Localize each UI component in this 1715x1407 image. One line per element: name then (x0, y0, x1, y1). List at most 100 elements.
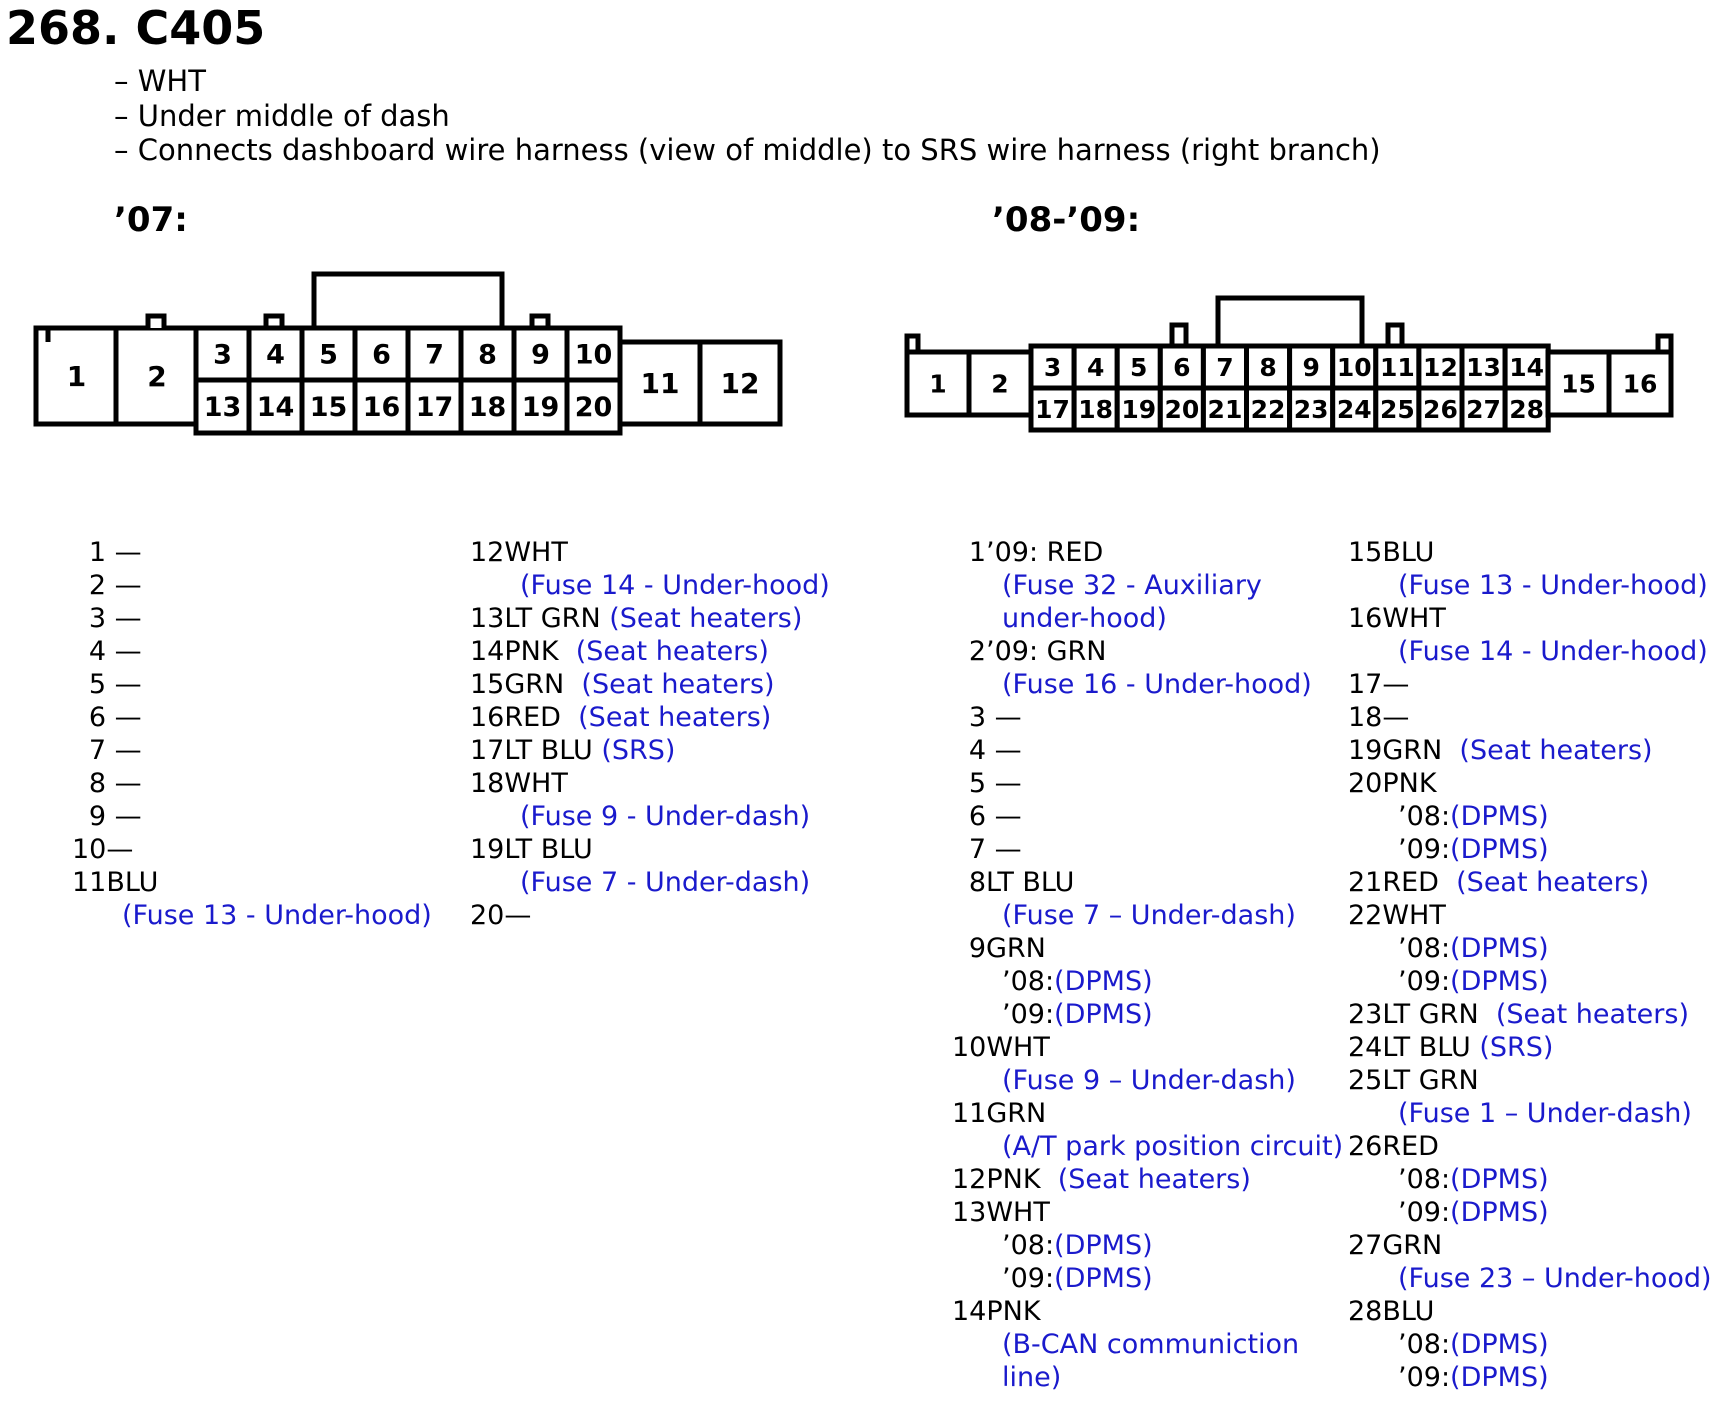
pin-19-cavity-label: 19 (1121, 395, 1156, 424)
model-year: ’08: (1398, 933, 1451, 964)
pin-detail-line: ’09:(DPMS) (1348, 1361, 1712, 1394)
pin-number: 18 (470, 768, 505, 799)
wire-color: — (106, 537, 142, 568)
wire-color: WHT (504, 537, 568, 568)
pin-14-cavity-label: 14 (1509, 353, 1544, 382)
pin-entry: 6 — (72, 701, 432, 734)
pin-number: 12 (952, 1164, 987, 1195)
wire-color: GRN (986, 933, 1046, 964)
pin-13-cavity-label: 13 (1466, 353, 1501, 382)
wire-color: PNK (986, 1296, 1041, 1327)
pin-number: 16 (1348, 603, 1383, 634)
pin-number: 7 (968, 834, 986, 865)
pin-16-cavity-label: 16 (1623, 370, 1658, 399)
wire-color: — (986, 801, 1022, 832)
pin-19-cavity-label: 19 (522, 392, 560, 423)
circuit-note: (DPMS) (1450, 1329, 1549, 1360)
pin-15-cavity-label: 15 (310, 392, 348, 423)
pin-number: 16 (470, 702, 505, 733)
circuit-note: under-hood) (1002, 603, 1167, 634)
pin-13-cavity-label: 13 (204, 392, 242, 423)
circuit-note: (SRS) (601, 735, 676, 766)
pin-entry: 16WHT (1348, 602, 1712, 635)
pin-number: 26 (1348, 1131, 1383, 1162)
circuit-note: (DPMS) (1450, 1362, 1549, 1393)
circuit-note: (Fuse 14 - Under-hood) (1398, 636, 1708, 667)
pin-number: 17 (1348, 669, 1383, 700)
circuit-note: (DPMS) (1054, 1263, 1153, 1294)
connector-07-tab (145, 313, 167, 328)
connector-0809-tab (1169, 322, 1189, 346)
pin-26-cavity-label: 26 (1423, 395, 1458, 424)
pin-detail-line: (Fuse 32 - Auxiliary (952, 569, 1343, 602)
pin-detail-line: ’09:(DPMS) (1348, 965, 1712, 998)
pin-5-cavity-label: 5 (1130, 353, 1147, 382)
pin-number: 10 (72, 834, 107, 865)
pin-detail-line: (Fuse 23 – Under-hood) (1348, 1262, 1712, 1295)
wire-color: LT BLU (504, 735, 602, 766)
connector-0809: 1 231741851962072182292310241125122613271… (904, 295, 1674, 433)
pin-number: 9 (88, 801, 106, 832)
wire-color: — (106, 669, 142, 700)
circuit-note: (Seat heaters) (581, 669, 775, 700)
wire-color: PNK (1382, 768, 1437, 799)
pin-number: 28 (1348, 1296, 1383, 1327)
pin-17-cavity-label: 17 (416, 392, 454, 423)
pin-number: 2 (88, 570, 106, 601)
wire-color: GRN (1382, 1230, 1443, 1261)
pin-detail-line: (A/T park position circuit) (952, 1130, 1343, 1163)
circuit-note: (Seat heaters) (578, 702, 772, 733)
pin-25-cavity-label: 25 (1380, 395, 1415, 424)
pin-detail-line: (Fuse 14 - Under-hood) (470, 569, 830, 602)
pin-15-cavity-label: 15 (1561, 370, 1596, 399)
pin-detail-line: (Fuse 13 - Under-hood) (72, 899, 432, 932)
pin-number: 22 (1348, 900, 1383, 931)
pin-number: 2 (968, 636, 986, 667)
pin-entry: 1 — (72, 536, 432, 569)
circuit-note: (Seat heaters) (609, 603, 803, 634)
pin-number: 14 (470, 636, 505, 667)
circuit-note: (DPMS) (1450, 834, 1549, 865)
wire-color: BLU (106, 867, 159, 898)
pin-entry: 27GRN (1348, 1229, 1712, 1262)
pin-12-cavity-label: 12 (1423, 353, 1458, 382)
pin-entry: 11GRN (952, 1097, 1343, 1130)
pin-entry: 22WHT (1348, 899, 1712, 932)
circuit-note: (Fuse 23 – Under-hood) (1398, 1263, 1712, 1294)
pin-number: 21 (1348, 867, 1383, 898)
pin-detail-line: (Fuse 1 – Under-dash) (1348, 1097, 1712, 1130)
circuit-note: (SRS) (1479, 1032, 1554, 1063)
pin-detail-line: ’08:(DPMS) (952, 1229, 1343, 1262)
circuit-note: (DPMS) (1054, 999, 1153, 1030)
pin-number: 20 (1348, 768, 1383, 799)
pin-11-cavity-label: 11 (1380, 353, 1415, 382)
pin-detail-line: under-hood) (952, 602, 1343, 635)
pin-detail-line: ’09:(DPMS) (1348, 833, 1712, 866)
pinout-0809-column-2: 15BLU (Fuse 13 - Under-hood) 16WHT (Fuse 14… (1348, 536, 1712, 1394)
circuit-note: (Fuse 9 – Under-dash) (1002, 1065, 1296, 1096)
pin-number: 11 (72, 867, 107, 898)
pinout-07-column-2: 12WHT (Fuse 14 - Under-hood) 13LT GRN (Sea… (470, 536, 830, 932)
pin-entry: 3 — (72, 602, 432, 635)
connector-0809-tab (1385, 322, 1405, 346)
model-year: ’09: (1398, 1197, 1451, 1228)
pin-23-cavity-label: 23 (1294, 395, 1329, 424)
wire-color: — (106, 735, 142, 766)
pin-number: 9 (968, 933, 986, 964)
pin-24-cavity-label: 24 (1337, 395, 1372, 424)
circuit-note: (DPMS) (1450, 1197, 1549, 1228)
pin-entry: 4 — (952, 734, 1343, 767)
pin-entry: 18WHT (470, 767, 830, 800)
pin-entry: 15BLU (1348, 536, 1712, 569)
pin-number: 5 (968, 768, 986, 799)
pin-number: 6 (88, 702, 106, 733)
model-year: ’09: (1002, 999, 1055, 1030)
pin-11-cavity-label: 11 (641, 367, 680, 400)
pin-number: 5 (88, 669, 106, 700)
circuit-note: line) (1002, 1362, 1062, 1393)
pin-entry: 20— (470, 899, 830, 932)
pin-number: 11 (952, 1098, 987, 1129)
model-year: ’08: (1398, 801, 1451, 832)
pin-number: 15 (470, 669, 505, 700)
pinout-07-column-1: 1 —2 —3 —4 —5 —6 —7 —8 —9 —10— 11BLU (Fuse… (72, 536, 432, 932)
